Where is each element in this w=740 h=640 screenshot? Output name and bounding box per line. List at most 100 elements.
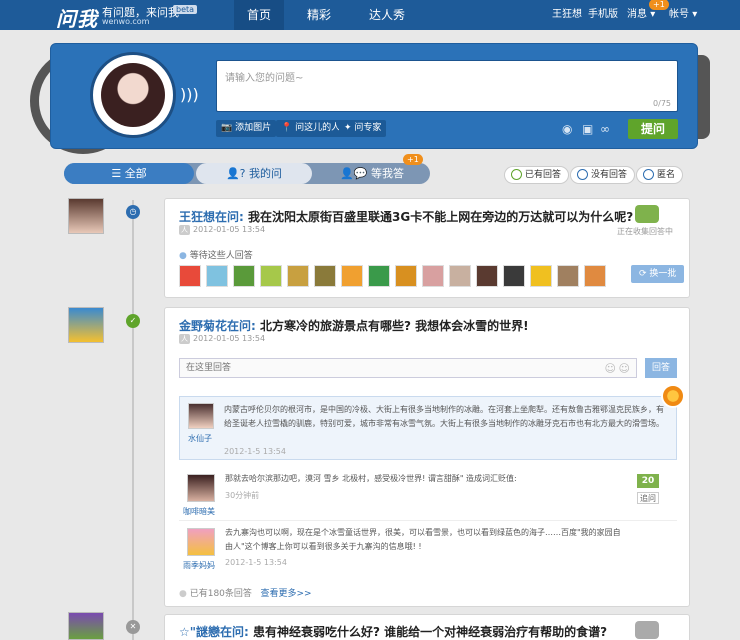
avatar[interactable]: [233, 265, 255, 287]
avatar[interactable]: [584, 265, 606, 287]
avatar[interactable]: [287, 265, 309, 287]
answerer-name[interactable]: 水仙子: [188, 433, 212, 444]
filter-answered[interactable]: 已有回答: [504, 166, 570, 184]
nav-account-label: 帐号: [669, 9, 689, 20]
avatar[interactable]: [476, 265, 498, 287]
question-title[interactable]: 金野菊花在问: 北方寒冷的旅游景点有哪些? 我想体会冰雪的世界!: [179, 317, 529, 334]
avatar[interactable]: [341, 265, 363, 287]
best-answer: 水仙子 内蒙古呼伦贝尔的根河市，是中国的冷极、大街上有很多当地制作的冰雕。在河套…: [179, 396, 677, 460]
chevron-down-icon: ▾: [650, 9, 656, 20]
avatar[interactable]: [314, 265, 336, 287]
answerer-name[interactable]: 咖啡暗美: [183, 506, 215, 517]
answer-total: 已有180条回答: [189, 589, 252, 599]
tab-home[interactable]: 首页: [234, 0, 284, 30]
question-text[interactable]: 北方寒冷的旅游景点有哪些? 我想体会冰雪的世界!: [260, 319, 529, 333]
notice-badge: +1: [649, 0, 669, 10]
user-avatar-image: [101, 63, 165, 127]
asker-name[interactable]: 金野菊花在问:: [179, 319, 256, 333]
filter-mine[interactable]: 👤? 我的问: [196, 163, 312, 184]
question-text[interactable]: 患有神经衰弱吃什么好? 谁能给一个对神经衰弱治疗有帮助的食谱?: [253, 625, 607, 639]
best-answer-medal-icon: [661, 384, 685, 408]
avatar[interactable]: [206, 265, 228, 287]
top-nav: 问我 有问题，来问我 wenwo.com beta 首页 精彩 达人秀 王狂想 …: [0, 0, 740, 32]
chat-bubble-icon: [635, 621, 659, 639]
avatar[interactable]: [260, 265, 282, 287]
nav-user[interactable]: 王狂想: [552, 0, 582, 30]
follow-up-button[interactable]: 追问: [637, 492, 659, 504]
add-image-button[interactable]: 📷 添加图片: [216, 120, 277, 137]
avatar[interactable]: [68, 307, 104, 343]
question-meta: 人 2012-01-05 13:54: [179, 225, 265, 235]
asker-name[interactable]: 王狂想在问:: [179, 210, 244, 224]
check-icon: ✓: [126, 314, 140, 328]
list-icon: ☰: [111, 167, 122, 180]
emoji-icon[interactable]: ☺: [605, 362, 616, 375]
add-image-label: 添加图片: [235, 123, 272, 133]
answerer-name[interactable]: 雨季妈妈: [183, 560, 215, 571]
avatar[interactable]: [422, 265, 444, 287]
asker-name[interactable]: ☆"謎戀在问:: [179, 625, 249, 639]
filter-all[interactable]: ☰ 全部: [64, 163, 194, 184]
view-more-link[interactable]: 查看更多>>: [261, 589, 312, 599]
filter-answered-label: 已有回答: [525, 170, 562, 180]
user-chat-icon: 👤💬: [340, 167, 368, 180]
avatar[interactable]: [187, 474, 215, 502]
close-icon: ✕: [126, 620, 140, 634]
question-title[interactable]: 王狂想在问: 我在沈阳太原街百盛里联通3G卡不能上网在旁边的万达就可以为什么呢?: [179, 208, 633, 225]
submit-question-button[interactable]: 提问: [628, 119, 678, 139]
weibo-icon[interactable]: ◉: [562, 122, 572, 136]
question-meta: 人 2012-01-05 13:54: [179, 334, 265, 344]
avatar[interactable]: [530, 265, 552, 287]
avatar[interactable]: [449, 265, 471, 287]
ask-nearby-label: 问这儿的人: [295, 123, 341, 133]
avatar[interactable]: [557, 265, 579, 287]
avatar[interactable]: [68, 612, 104, 640]
swap-label: 换一批: [649, 269, 677, 279]
speech-icon: ●: [179, 589, 187, 599]
filter-unanswered[interactable]: 没有回答: [570, 166, 636, 184]
ask-nearby-button[interactable]: 📍 问这儿的人: [276, 120, 346, 137]
nav-account[interactable]: 帐号 ▾: [669, 0, 697, 30]
avatar[interactable]: [188, 403, 214, 429]
avatar[interactable]: [187, 528, 215, 556]
ask-input[interactable]: 请输入您的问题~ 0/75: [216, 60, 678, 112]
vote-count[interactable]: 20: [637, 474, 659, 488]
tag-badge: 人: [179, 225, 190, 235]
expert-faces: [179, 265, 606, 287]
question-text[interactable]: 我在沈阳太原街百盛里联通3G卡不能上网在旁边的万达就可以为什么呢?: [248, 210, 633, 224]
filter-anonymous[interactable]: 匿名: [636, 166, 684, 184]
tab-featured[interactable]: 精彩: [296, 0, 342, 30]
avatar[interactable]: [395, 265, 417, 287]
question-card: 金野菊花在问: 北方寒冷的旅游景点有哪些? 我想体会冰雪的世界! 人 2012-0…: [164, 307, 690, 607]
avatar[interactable]: [179, 265, 201, 287]
question-filter: ☰ 全部 👤? 我的问 👤💬 等我答: [64, 163, 430, 184]
user-avatar[interactable]: [90, 52, 176, 138]
reply-input[interactable]: [180, 359, 600, 377]
beta-badge: beta: [173, 5, 198, 14]
question-title[interactable]: ☆"謎戀在问: 患有神经衰弱吃什么好? 谁能给一个对神经衰弱治疗有帮助的食谱?: [179, 623, 607, 640]
tag-badge: 人: [179, 334, 190, 344]
divider: [179, 520, 677, 521]
location-pin-icon: 📍: [281, 123, 293, 133]
waiting-label-text: 等待这些人回答: [189, 251, 253, 261]
filter-waiting[interactable]: 👤💬 等我答: [314, 163, 430, 184]
tab-experts[interactable]: 达人秀: [358, 0, 416, 30]
refresh-icon: ⟳: [639, 269, 647, 279]
nav-mobile[interactable]: 手机版: [588, 0, 618, 30]
emoji-icon[interactable]: ☺: [619, 362, 630, 375]
sparkle-icon: ✦: [344, 123, 352, 133]
infinity-icon[interactable]: ∞: [600, 122, 610, 136]
swap-experts-button[interactable]: ⟳ 换一批: [631, 265, 685, 283]
question-time: 2012-01-05 13:54: [193, 334, 266, 343]
avatar[interactable]: [68, 198, 104, 234]
question-card: 王狂想在问: 我在沈阳太原街百盛里联通3G卡不能上网在旁边的万达就可以为什么呢?…: [164, 198, 690, 298]
waiting-label: ● 等待这些人回答: [179, 248, 253, 261]
logo[interactable]: 问我: [56, 3, 98, 32]
ask-expert-button[interactable]: ✦ 问专家: [339, 120, 387, 137]
tencent-icon[interactable]: ▣: [582, 122, 593, 136]
avatar[interactable]: [503, 265, 525, 287]
speech-icon: ●: [179, 251, 187, 261]
reply-button[interactable]: 回答: [645, 358, 677, 378]
avatar[interactable]: [368, 265, 390, 287]
answer-time: 2012-1-5 13:54: [225, 558, 287, 567]
